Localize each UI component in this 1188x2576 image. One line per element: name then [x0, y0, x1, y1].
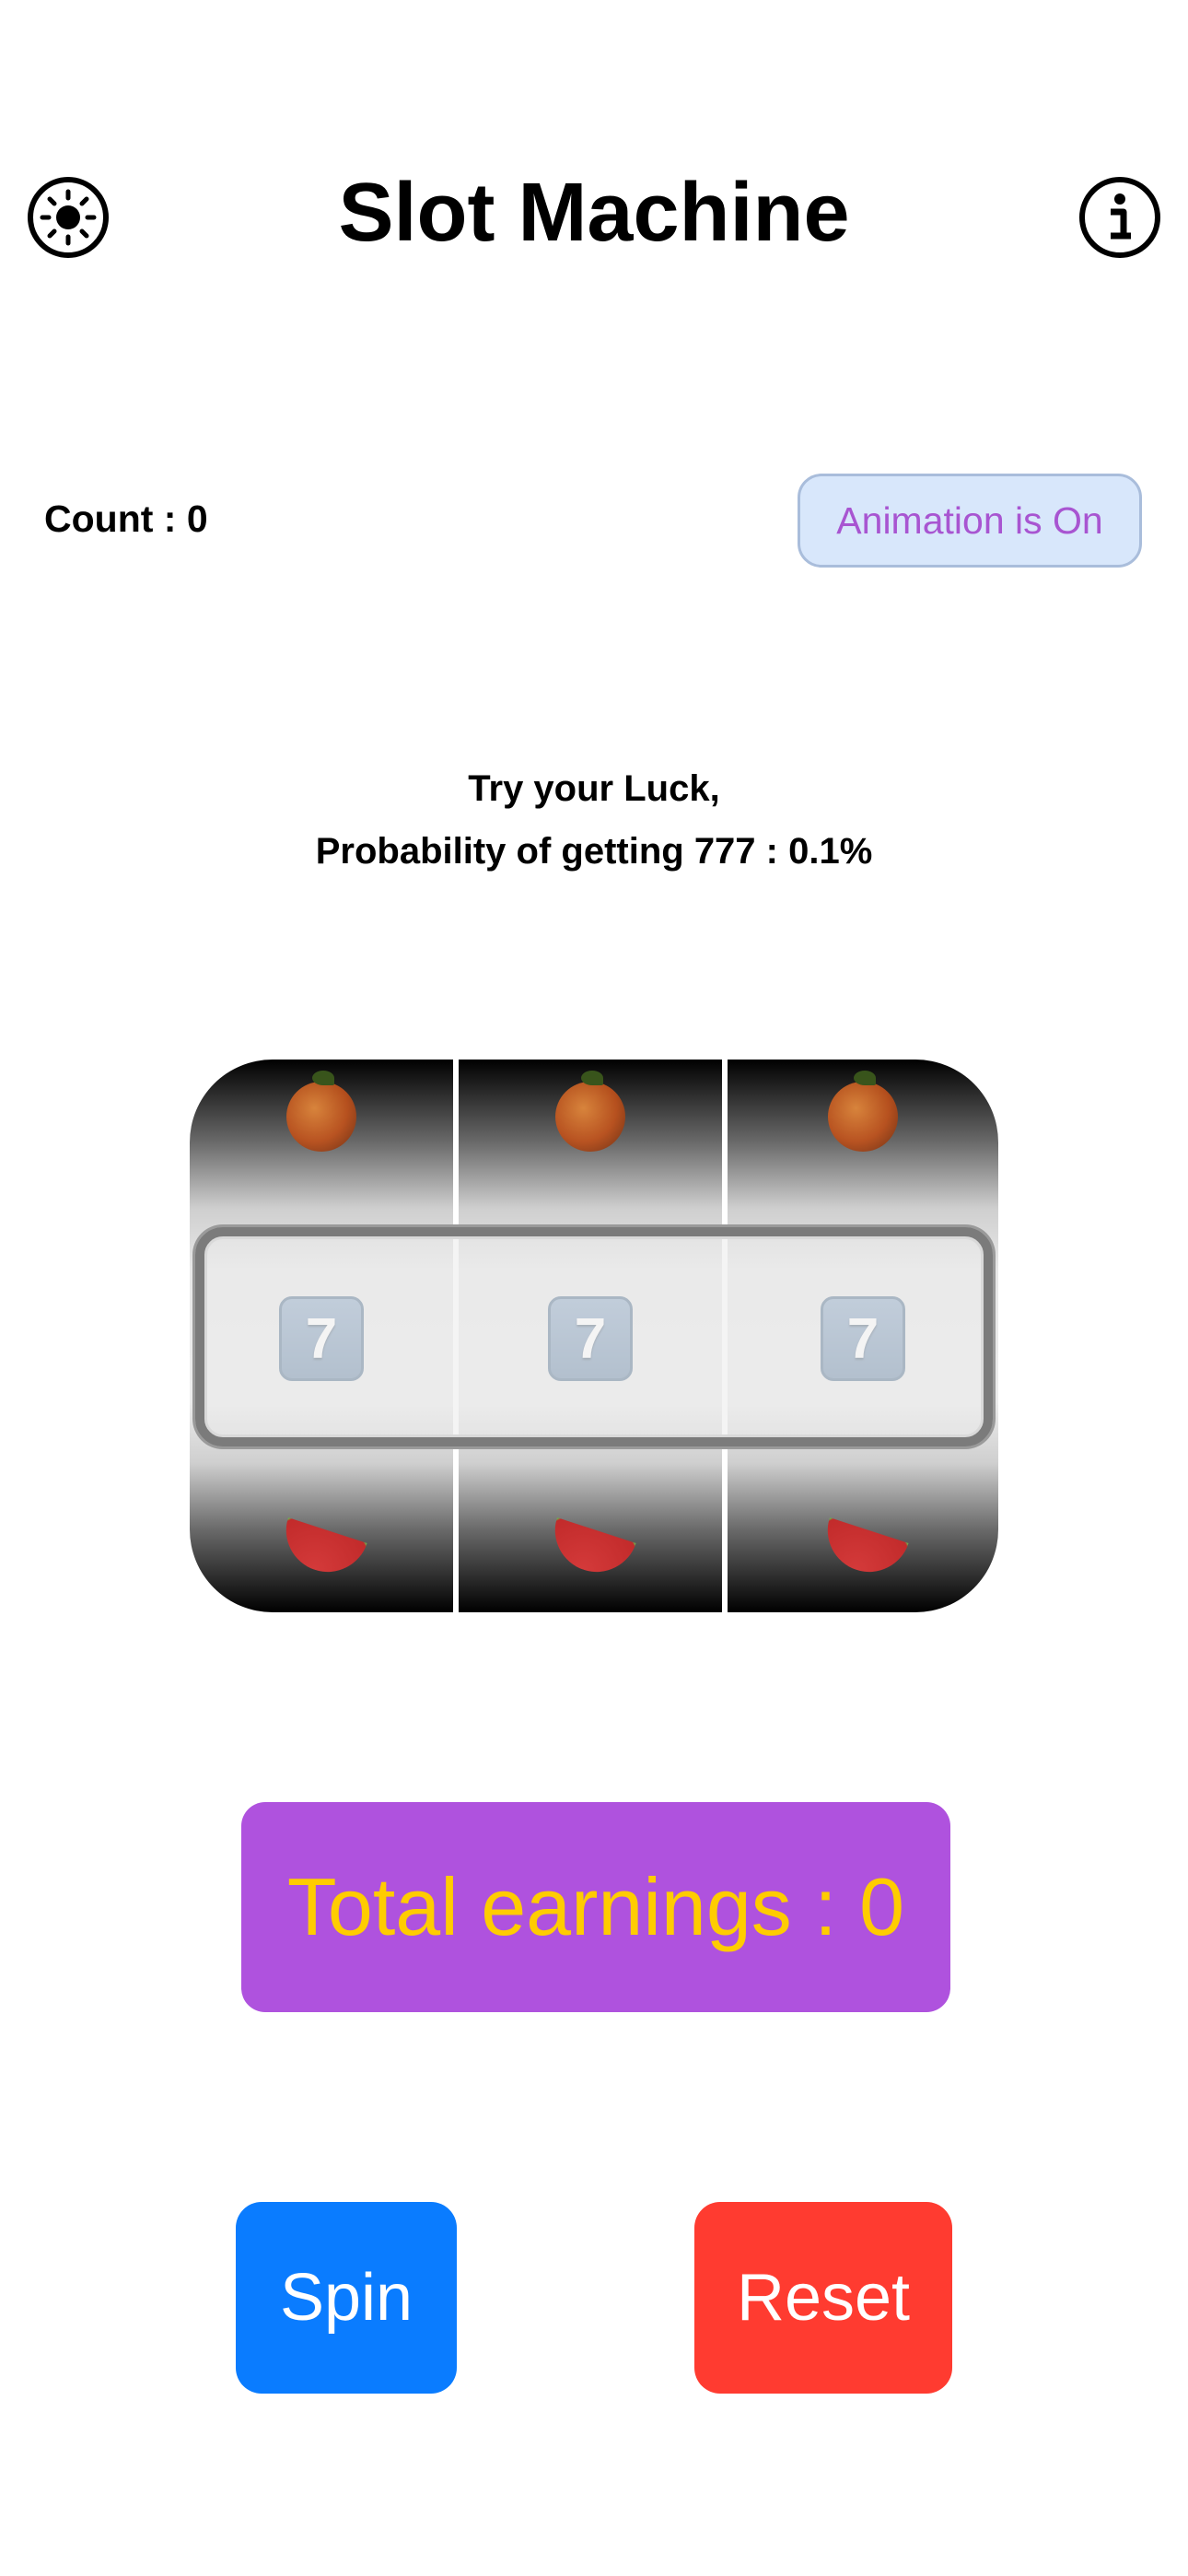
- orange-icon: [286, 1071, 356, 1152]
- watermelon-icon: [817, 1516, 909, 1583]
- info-icon[interactable]: [1077, 175, 1162, 260]
- page-title: Slot Machine: [338, 167, 850, 259]
- orange-icon: [828, 1071, 898, 1152]
- luck-line-1: Try your Luck,: [468, 768, 720, 809]
- total-earnings: Total earnings : 0: [241, 1802, 950, 2012]
- probability-line: Probability of getting 777 : 0.1%: [315, 831, 873, 872]
- count-label: Count : 0: [44, 498, 208, 540]
- watermelon-icon: [544, 1516, 636, 1583]
- payline-frame: [195, 1227, 993, 1446]
- luck-message: Try your Luck, Probability of getting 77…: [0, 757, 1188, 883]
- spin-button[interactable]: Spin: [236, 2202, 457, 2394]
- watermelon-icon: [275, 1516, 367, 1583]
- animation-toggle-button[interactable]: Animation is On: [798, 474, 1142, 568]
- reset-button[interactable]: Reset: [694, 2202, 952, 2394]
- orange-icon: [555, 1071, 625, 1152]
